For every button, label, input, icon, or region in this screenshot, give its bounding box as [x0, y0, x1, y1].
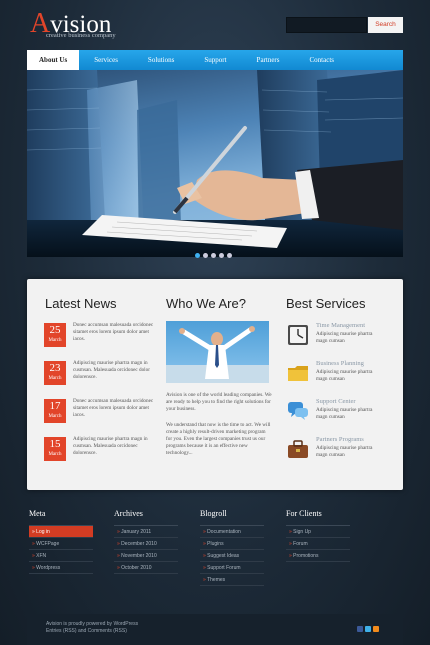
news-item[interactable]: 15 March Adipiscing maurise phartra magn … — [44, 436, 159, 467]
service-title[interactable]: Partners Programs — [316, 436, 364, 443]
news-text: Donec accumsan malesuada orcidonec sitam… — [73, 322, 154, 342]
service-text: Adipiscing maurise phartra magn cumsan — [316, 369, 373, 382]
service-title[interactable]: Time Management — [316, 322, 365, 329]
footer-link[interactable]: Suggest Ideas — [200, 550, 264, 562]
copyright-line: Avision is proudly powered by WordPress — [46, 621, 139, 627]
news-date: 25 March — [44, 323, 66, 347]
footer-link[interactable]: Themes — [200, 574, 264, 586]
nav-about-us[interactable]: About Us — [27, 50, 80, 70]
service-item-business-planning[interactable]: Business Planning Adipiscing maurise pha… — [286, 360, 401, 391]
service-title[interactable]: Support Center — [316, 398, 356, 405]
who-we-are-paragraph-1: Avision is one of the world leading comp… — [166, 392, 272, 412]
who-we-are-paragraph-2: We understand that now is the time to ac… — [166, 422, 271, 456]
facebook-icon[interactable] — [357, 626, 363, 632]
footer-title: For Clients — [286, 509, 322, 518]
news-text: Donec accumsan malesuada orcidonec sitam… — [73, 398, 154, 418]
slider-dot[interactable] — [227, 253, 232, 258]
nav-support[interactable]: Support — [189, 50, 241, 70]
businessman-image — [166, 321, 269, 383]
main-nav: About Us Services Solutions Support Part… — [27, 50, 403, 70]
twitter-icon[interactable] — [365, 626, 371, 632]
footer-archives: Archives January 2011 December 2010 Nove… — [114, 509, 178, 574]
slider-dot[interactable] — [195, 253, 200, 258]
footer-meta: Meta Log in WCFPage XFN Wordpress — [29, 509, 93, 574]
footer-link[interactable]: Log in — [29, 526, 93, 538]
search-input[interactable] — [286, 17, 367, 33]
news-text: Adipiscing maurise phartra magn in cusms… — [73, 360, 150, 380]
news-item[interactable]: 25 March Donec accumsan malesuada orcidon… — [44, 322, 159, 353]
footer-title: Blogroll — [200, 509, 227, 518]
search-button[interactable]: Search — [368, 17, 403, 33]
footer-link[interactable]: Documentation — [200, 526, 264, 538]
footer-link[interactable]: Plugins — [200, 538, 264, 550]
service-text: Adipiscing maurise phartra magn cumsan — [316, 445, 373, 458]
footer-for-clients: For Clients Sign Up Forum Promotions — [286, 509, 350, 562]
chat-icon — [286, 399, 310, 423]
footer-link[interactable]: Forum — [286, 538, 350, 550]
service-title[interactable]: Business Planning — [316, 360, 364, 367]
service-item-support-center[interactable]: Support Center Adipiscing maurise phartr… — [286, 398, 401, 429]
slider-dots — [195, 253, 232, 258]
news-date: 17 March — [44, 399, 66, 423]
nav-solutions[interactable]: Solutions — [133, 50, 189, 70]
footer-link[interactable]: Promotions — [286, 550, 350, 562]
footer-blogroll: Blogroll Documentation Plugins Suggest I… — [200, 509, 264, 586]
copyright-line[interactable]: Entries (RSS) and Comments (RSS) — [46, 628, 138, 635]
footer-link[interactable]: January 2011 — [114, 526, 178, 538]
footer-link[interactable]: WCFPage — [29, 538, 93, 550]
footer-link[interactable]: November 2010 — [114, 550, 178, 562]
news-item[interactable]: 17 March Donec accumsan malesuada orcidon… — [44, 398, 159, 429]
news-text: Adipiscing maurise phartra magn in cusms… — [73, 436, 148, 456]
footer-title: Archives — [114, 509, 143, 518]
news-item[interactable]: 23 March Adipiscing maurise phartra magn … — [44, 360, 159, 391]
briefcase-icon — [286, 437, 310, 461]
copyright-text: Avision is proudly powered by WordPress … — [46, 621, 138, 635]
nav-services[interactable]: Services — [79, 50, 133, 70]
copyright-bar: Avision is proudly powered by WordPress … — [27, 614, 403, 645]
folder-icon — [286, 361, 310, 385]
clock-icon — [286, 323, 310, 347]
best-services-title: Best Services — [286, 296, 366, 311]
service-item-partners-programs[interactable]: Partners Programs Adipiscing maurise pha… — [286, 436, 401, 467]
footer-link[interactable]: Support Forum — [200, 562, 264, 574]
latest-news-title: Latest News — [45, 296, 117, 311]
footer-title: Meta — [29, 509, 46, 518]
slider-dot[interactable] — [219, 253, 224, 258]
service-text: Adipiscing maurise phartra magn cumsan — [316, 331, 373, 344]
tagline: creative business company — [46, 32, 116, 39]
slider-dot[interactable] — [203, 253, 208, 258]
footer-link[interactable]: December 2010 — [114, 538, 178, 550]
footer-link[interactable]: Sign Up — [286, 526, 350, 538]
who-we-are-title: Who We Are? — [166, 296, 246, 311]
service-text: Adipiscing maurise phartra magn cumsan — [316, 407, 373, 420]
slider-dot[interactable] — [211, 253, 216, 258]
news-date: 23 March — [44, 361, 66, 385]
news-date: 15 March — [44, 437, 66, 461]
rss-icon[interactable] — [373, 626, 379, 632]
footer-link[interactable]: XFN — [29, 550, 93, 562]
footer-link[interactable]: Wordpress — [29, 562, 93, 574]
nav-partners[interactable]: Partners — [242, 50, 295, 70]
hero-slider-image — [27, 70, 403, 257]
service-item-time-management[interactable]: Time Management Adipiscing maurise phart… — [286, 322, 401, 353]
footer-link[interactable]: October 2010 — [114, 562, 178, 574]
content-panel: Latest News Who We Are? Best Services 25… — [27, 279, 403, 490]
nav-contacts[interactable]: Contacts — [295, 50, 350, 70]
